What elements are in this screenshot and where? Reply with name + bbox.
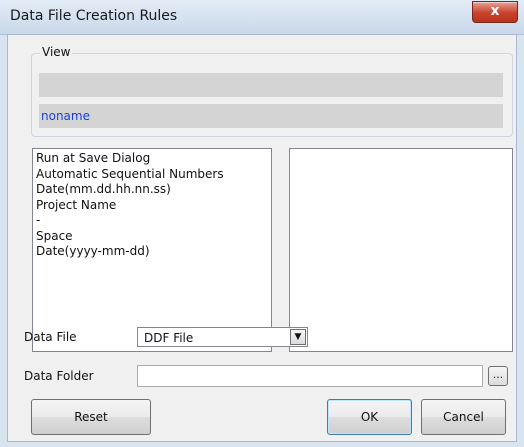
available-items-list[interactable]: Run at Save Dialog Automatic Sequential …: [32, 148, 272, 352]
view-preview-line1: [39, 73, 503, 97]
list-item[interactable]: Date(yyyy-mm-dd): [36, 244, 268, 260]
dialog-body: View noname Run at Save Dialog Automatic…: [7, 34, 517, 442]
close-icon: x: [490, 3, 500, 19]
data-folder-input[interactable]: [137, 365, 483, 387]
data-file-select[interactable]: DDF File ▼: [137, 327, 308, 347]
view-group: View noname: [31, 45, 513, 137]
list-item[interactable]: Project Name: [36, 198, 268, 214]
view-group-label: View: [40, 45, 73, 59]
browse-button[interactable]: ...: [488, 366, 508, 386]
view-preview-line2: noname: [39, 104, 503, 128]
close-button[interactable]: x: [472, 1, 518, 23]
ok-button[interactable]: OK: [327, 399, 412, 435]
title-bar: Data File Creation Rules x: [0, 0, 524, 35]
cancel-button[interactable]: Cancel: [421, 399, 506, 435]
selected-items-list[interactable]: [289, 148, 513, 352]
list-item[interactable]: -: [36, 213, 268, 229]
list-item[interactable]: Date(mm.dd.hh.nn.ss): [36, 182, 268, 198]
list-item[interactable]: Run at Save Dialog: [36, 151, 268, 167]
window-title: Data File Creation Rules: [10, 8, 178, 24]
list-item[interactable]: Automatic Sequential Numbers: [36, 167, 268, 183]
chevron-down-icon[interactable]: ▼: [290, 329, 306, 345]
data-file-label: Data File: [24, 330, 77, 344]
data-folder-label: Data Folder: [24, 369, 94, 383]
list-item[interactable]: Space: [36, 229, 268, 245]
data-file-value: DDF File: [144, 331, 194, 345]
reset-button[interactable]: Reset: [31, 399, 151, 435]
